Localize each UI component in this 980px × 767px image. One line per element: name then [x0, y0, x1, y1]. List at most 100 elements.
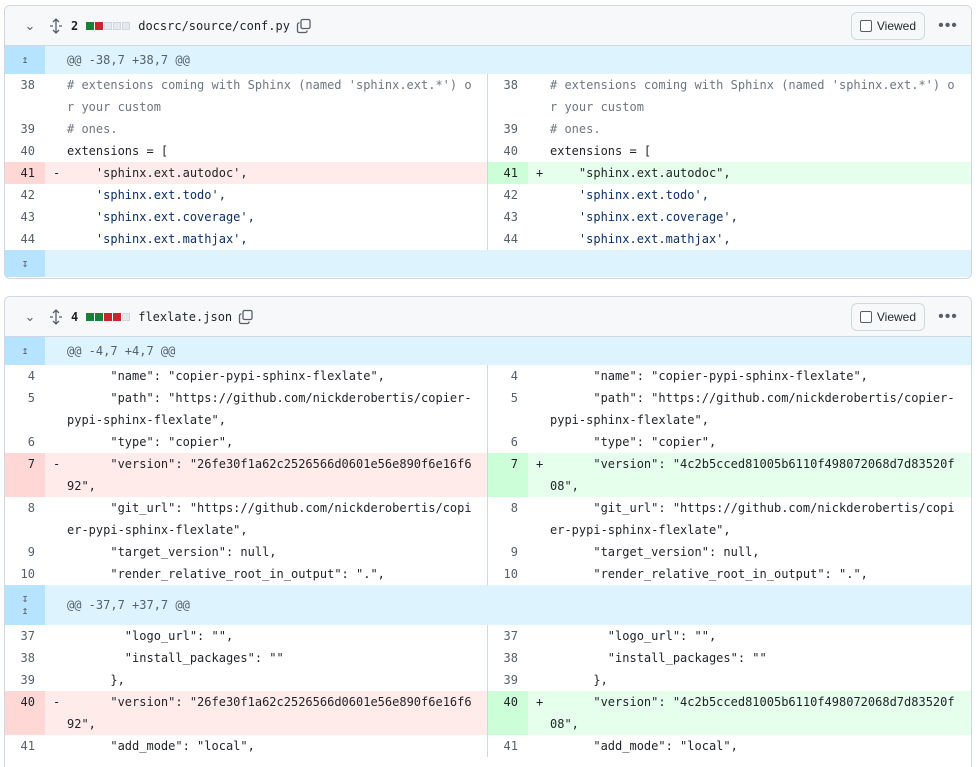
more-options-icon[interactable]: ••• [933, 12, 963, 40]
checkbox-icon[interactable] [859, 310, 872, 323]
file-name[interactable]: flexlate.json [138, 310, 232, 324]
diff-line: 9 "target_version": null, [5, 541, 487, 563]
code-line: "add_mode": "local", [67, 739, 255, 753]
line-number[interactable]: 38 [5, 647, 45, 669]
code-line: }, [67, 673, 125, 687]
expand-down-icon[interactable]: ↧ [5, 250, 45, 277]
line-number[interactable]: 42 [488, 184, 528, 206]
line-number[interactable]: 4 [5, 365, 45, 387]
expand-up-icon[interactable]: ↥ [5, 46, 45, 74]
diff-marker [528, 735, 550, 757]
diff-marker [45, 228, 67, 250]
code-line: "type": "copier", [550, 435, 717, 449]
more-options-icon[interactable]: ••• [933, 303, 963, 331]
diff-rows: 38 # extensions coming with Sphinx (named… [5, 74, 971, 250]
hunk-header: @@ -4,7 +4,7 @@ [67, 344, 176, 358]
line-number[interactable]: 7 [5, 453, 45, 497]
diff-line: 41 "add_mode": "local", [488, 735, 971, 757]
line-number[interactable]: 42 [5, 184, 45, 206]
code-line: "version": "4c2b5cced81005b6110f49807206… [550, 691, 971, 735]
line-number[interactable]: 40 [5, 691, 45, 735]
diff-line: 43 'sphinx.ext.coverage', [5, 206, 487, 228]
expand-all-icon[interactable] [49, 308, 65, 325]
diff-marker [528, 74, 550, 118]
viewed-checkbox[interactable]: Viewed [850, 302, 925, 331]
diff-line: 10 "render_relative_root_in_output": "."… [488, 563, 971, 585]
code-line: "add_mode": "local", [550, 739, 738, 753]
code-line: "path": "https://github.com/nickderobert… [550, 391, 955, 427]
code-line: "version": "26fe30f1a62c2526566d0601e56e… [67, 691, 487, 735]
diff-line: 41 + "sphinx.ext.autodoc", [488, 162, 971, 184]
line-number[interactable]: 8 [5, 497, 45, 541]
line-number[interactable]: 40 [488, 691, 528, 735]
expand-up-icon[interactable]: ↧ ↥ [5, 585, 45, 625]
diff-line: 41 "add_mode": "local", [5, 735, 487, 757]
line-number[interactable]: 43 [5, 206, 45, 228]
line-number[interactable]: 39 [488, 118, 528, 140]
code-line: 'sphinx.ext.coverage', [67, 210, 255, 224]
line-number[interactable]: 6 [5, 431, 45, 453]
line-number[interactable]: 41 [488, 162, 528, 184]
copy-icon[interactable] [296, 18, 312, 34]
line-number[interactable]: 37 [5, 625, 45, 647]
diff-marker [45, 563, 67, 585]
code-line: "install_packages": "" [67, 651, 284, 665]
diff-line: 38 "install_packages": "" [5, 647, 487, 669]
line-number[interactable]: 44 [5, 228, 45, 250]
line-number[interactable]: 5 [5, 387, 45, 431]
line-number[interactable]: 38 [488, 74, 528, 118]
line-number[interactable]: 9 [5, 541, 45, 563]
line-number[interactable]: 40 [488, 140, 528, 162]
code-line: extensions = [ [67, 144, 169, 158]
chevron-down-icon[interactable]: ⌄ [23, 18, 37, 33]
diffstat-block [113, 21, 122, 30]
diff-marker [528, 365, 550, 387]
line-number[interactable]: 38 [5, 74, 45, 118]
copy-icon[interactable] [238, 309, 254, 325]
line-number[interactable]: 4 [488, 365, 528, 387]
code-line: "target_version": null, [67, 545, 277, 559]
diff-marker [528, 387, 550, 431]
viewed-checkbox[interactable]: Viewed [850, 11, 925, 40]
line-number[interactable]: 38 [488, 647, 528, 669]
diff-line: 9 "target_version": null, [488, 541, 971, 563]
line-number[interactable]: 39 [5, 669, 45, 691]
line-number[interactable]: 10 [488, 563, 528, 585]
line-number[interactable]: 44 [488, 228, 528, 250]
code-line: "type": "copier", [67, 435, 234, 449]
diff-marker [45, 647, 67, 669]
diff-marker: - [45, 453, 67, 497]
diffstat-blocks [86, 21, 131, 30]
line-number[interactable]: 37 [488, 625, 528, 647]
diff-line: 42 'sphinx.ext.todo', [488, 184, 971, 206]
line-number[interactable]: 41 [5, 735, 45, 757]
chevron-down-icon[interactable]: ⌄ [23, 309, 37, 324]
diff-line: 40 extensions = [ [488, 140, 971, 162]
line-number[interactable]: 39 [488, 669, 528, 691]
line-number[interactable]: 5 [488, 387, 528, 431]
line-number[interactable]: 10 [5, 563, 45, 585]
expand-all-icon[interactable] [49, 17, 65, 34]
line-number[interactable]: 40 [5, 140, 45, 162]
code-line: "name": "copier-pypi-sphinx-flexlate", [550, 369, 868, 383]
line-number[interactable]: 9 [488, 541, 528, 563]
diff-file-flexlate-json: ⌄ 4 flexlate.json Viewed ••• ↥ @@ -4,7 +4… [4, 296, 972, 767]
expand-up-icon[interactable]: ↥ [5, 337, 45, 365]
change-count: 4 [71, 309, 79, 324]
line-number[interactable]: 41 [488, 735, 528, 757]
right-side: 37 "logo_url": "", 38 "install_packages":… [488, 625, 971, 757]
checkbox-icon[interactable] [859, 19, 872, 32]
line-number[interactable]: 43 [488, 206, 528, 228]
file-header: ⌄ 2 docsrc/source/conf.py Viewed ••• [5, 6, 971, 46]
expand-down-row[interactable]: ↧ [5, 250, 971, 277]
line-number[interactable]: 7 [488, 453, 528, 497]
diff-marker [45, 541, 67, 563]
file-name[interactable]: docsrc/source/conf.py [138, 19, 290, 33]
line-number[interactable]: 6 [488, 431, 528, 453]
diff-line: 44 'sphinx.ext.mathjax', [5, 228, 487, 250]
diff-line: 44 'sphinx.ext.mathjax', [488, 228, 971, 250]
diff-line: 39 }, [5, 669, 487, 691]
line-number[interactable]: 8 [488, 497, 528, 541]
line-number[interactable]: 41 [5, 162, 45, 184]
line-number[interactable]: 39 [5, 118, 45, 140]
